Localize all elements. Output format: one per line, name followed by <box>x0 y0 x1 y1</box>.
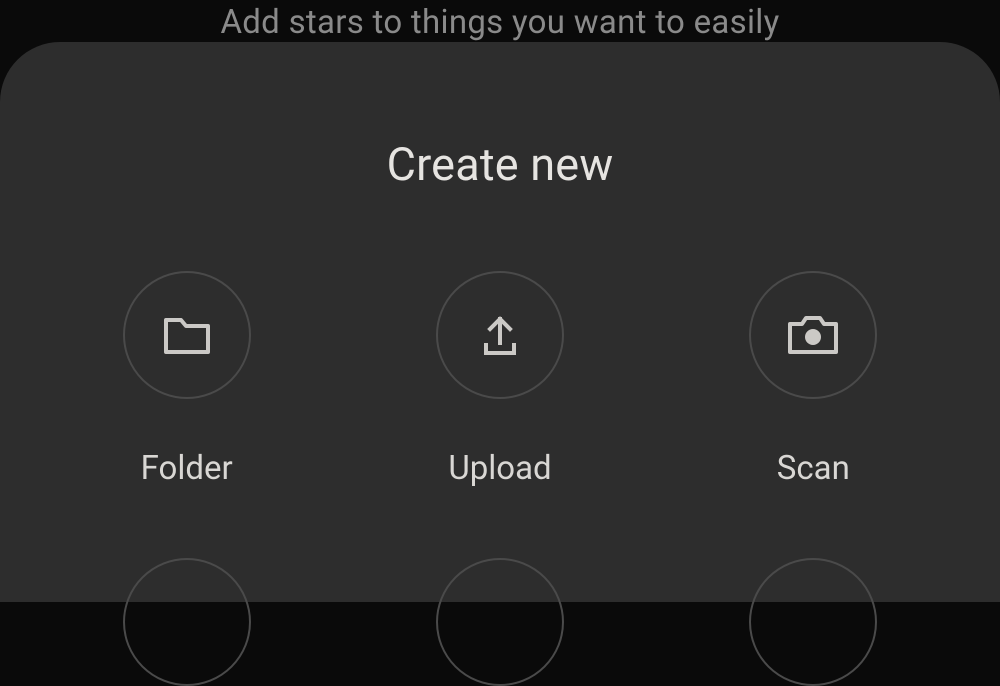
upload-label: Upload <box>448 449 551 488</box>
upload-action[interactable]: Upload <box>370 271 630 488</box>
scan-label: Scan <box>777 449 850 488</box>
create-new-bottom-sheet: Create new Folder Upload <box>0 42 1000 602</box>
sheet-title: Create new <box>0 138 1000 191</box>
folder-icon <box>123 271 251 399</box>
peek-circle <box>749 558 877 686</box>
create-folder-action[interactable]: Folder <box>57 271 317 488</box>
upload-icon <box>436 271 564 399</box>
peek-circle <box>436 558 564 686</box>
camera-icon <box>749 271 877 399</box>
folder-label: Folder <box>141 449 233 488</box>
scan-action[interactable]: Scan <box>683 271 943 488</box>
peek-circle <box>123 558 251 686</box>
next-row-peek <box>0 558 1000 686</box>
actions-row: Folder Upload Scan <box>0 271 1000 488</box>
starred-hint-text: Add stars to things you want to easily <box>0 0 1000 45</box>
